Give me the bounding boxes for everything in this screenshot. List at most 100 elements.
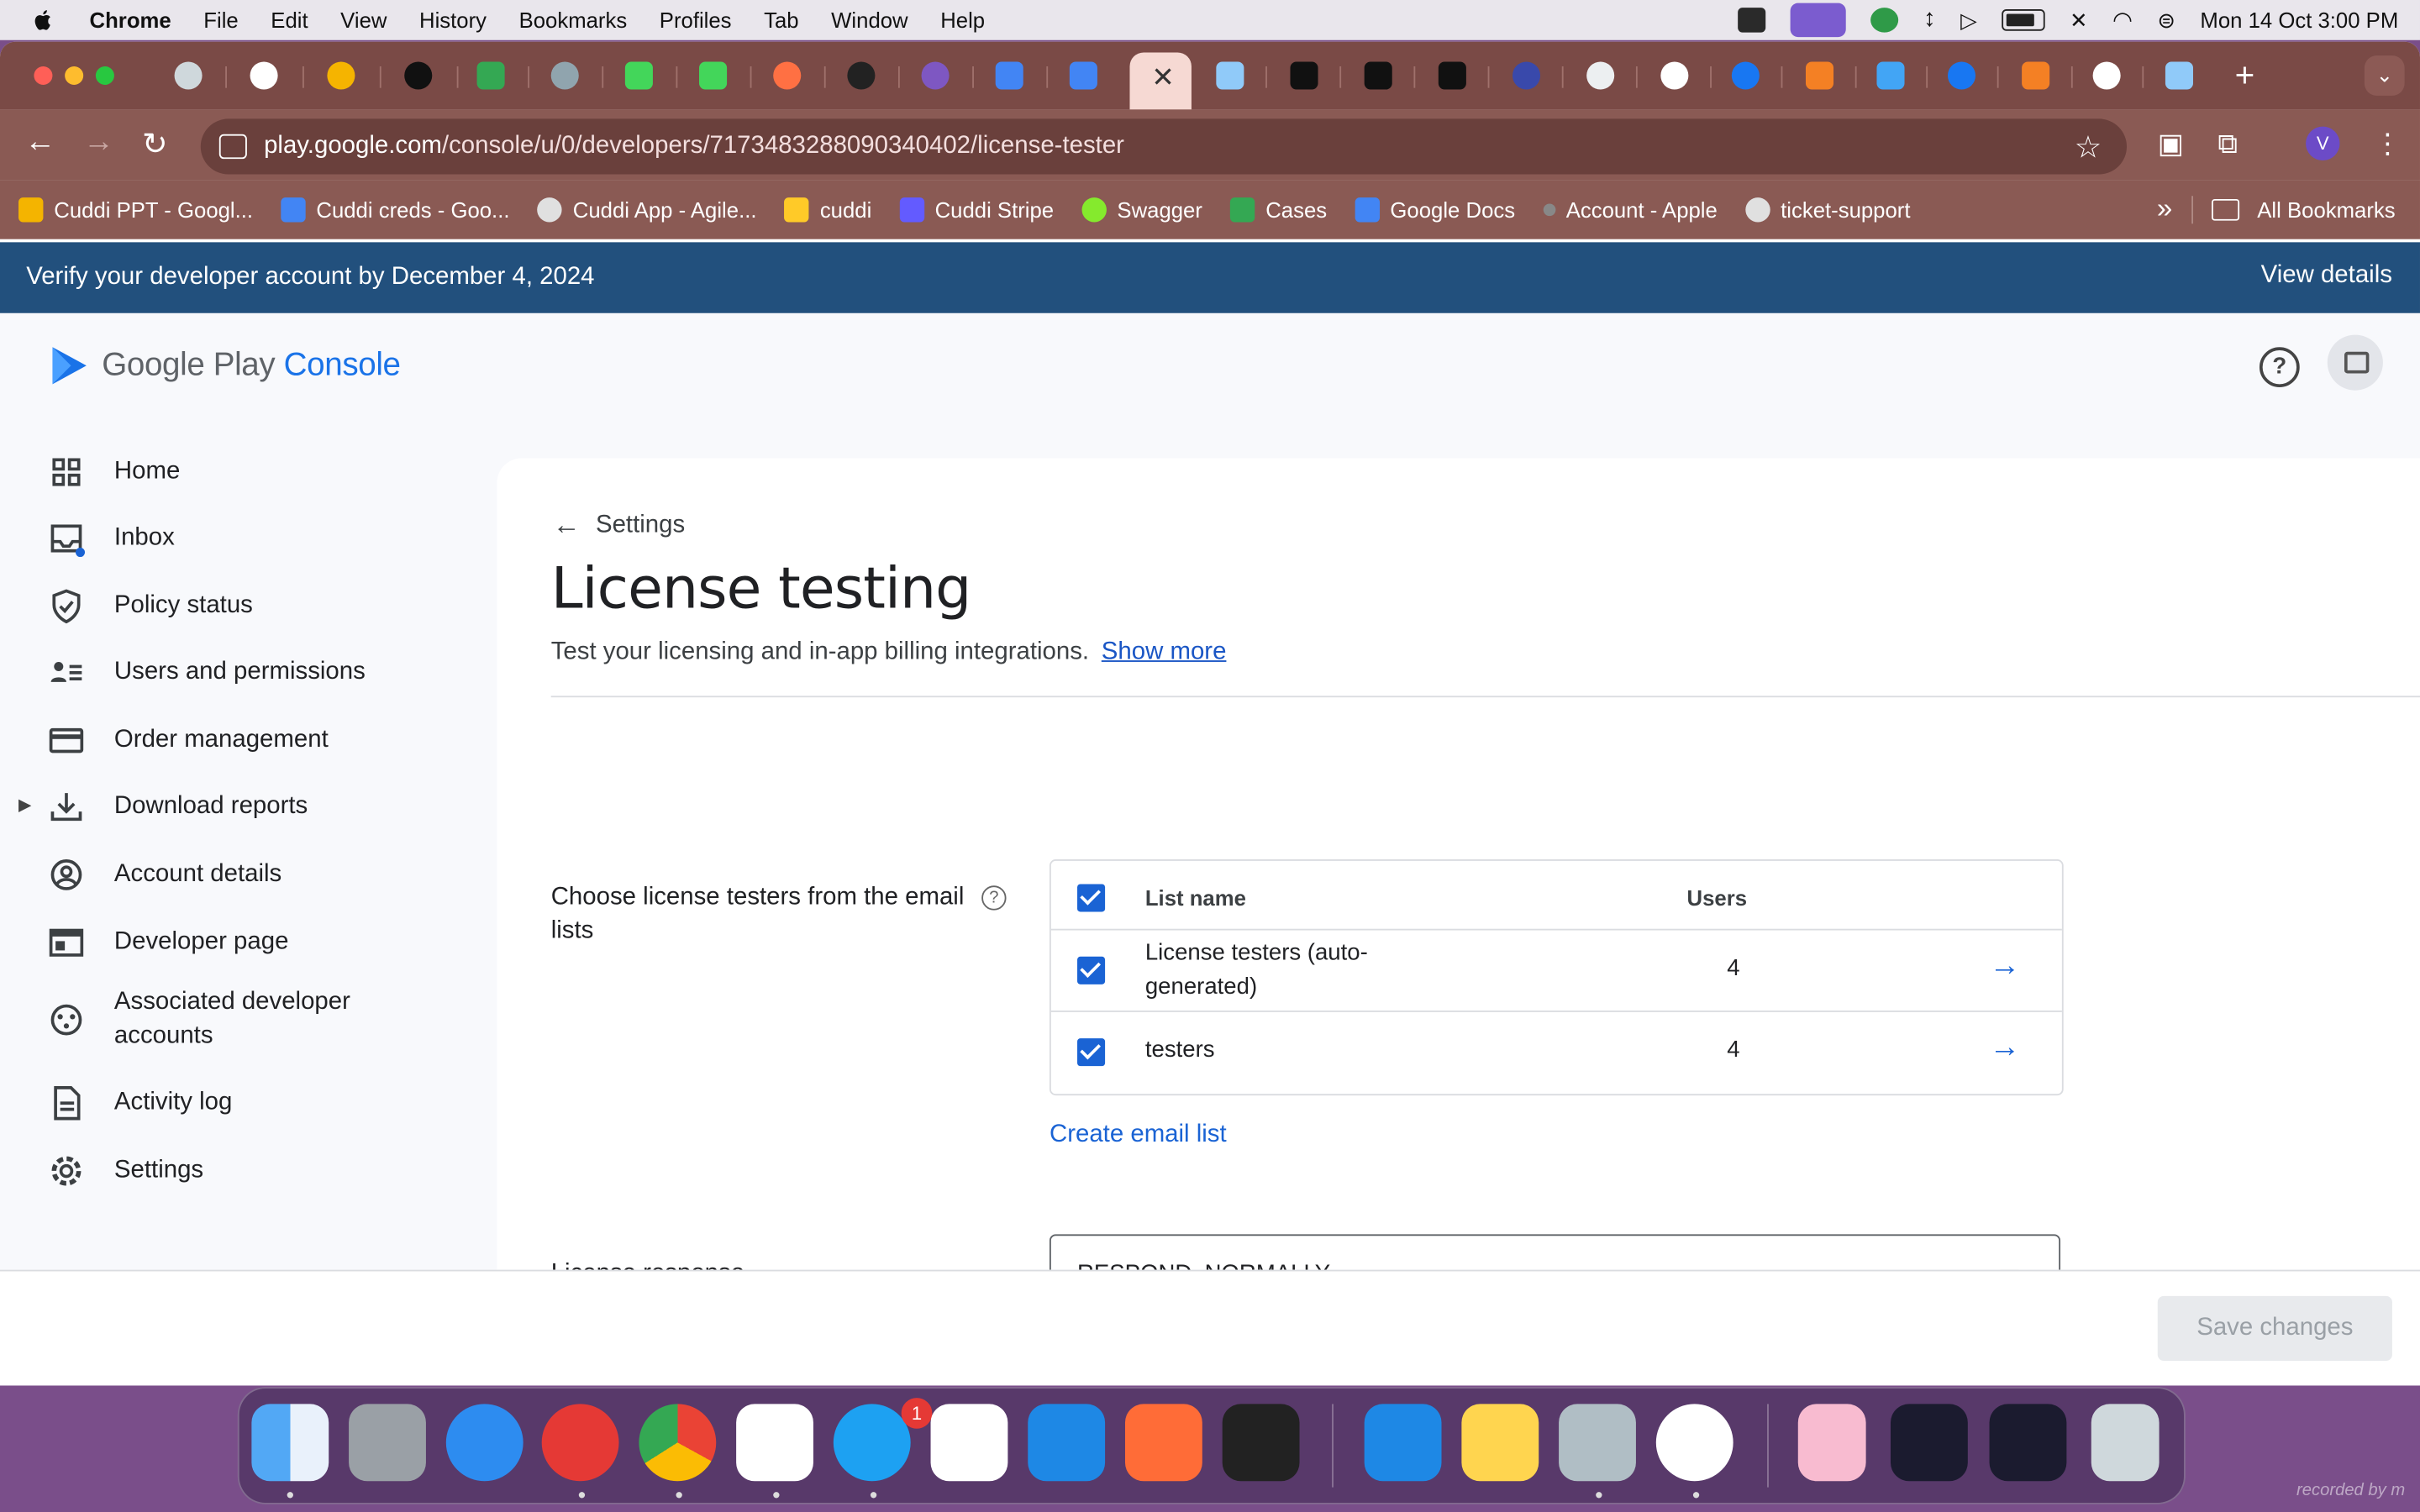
- android-studio-icon[interactable]: [930, 1404, 1008, 1482]
- minimize-window-button[interactable]: [65, 66, 84, 86]
- finder-icon[interactable]: [251, 1404, 329, 1482]
- tab-favicon[interactable]: [327, 61, 355, 90]
- wifi-icon[interactable]: ◠: [2112, 6, 2133, 34]
- help-question-icon[interactable]: ?: [981, 885, 1007, 911]
- skype-icon[interactable]: [833, 1404, 911, 1482]
- safari-icon[interactable]: [445, 1404, 523, 1482]
- new-tab-button[interactable]: +: [2235, 55, 2255, 96]
- minimized-window-icon[interactable]: [1989, 1404, 2067, 1482]
- tab-favicon[interactable]: [2022, 61, 2050, 90]
- sidebar-item-account-details[interactable]: Account details: [46, 855, 281, 895]
- bookmark-item[interactable]: Cases: [1229, 197, 1327, 223]
- tab-favicon[interactable]: [1805, 61, 1834, 90]
- arrows-icon[interactable]: ↕: [1923, 6, 1936, 34]
- view-details-link[interactable]: View details: [2261, 262, 2392, 290]
- play-console-logo[interactable]: Google Play Console: [50, 344, 401, 387]
- sidebar-item-home[interactable]: Home: [46, 452, 180, 492]
- launchpad-icon[interactable]: [349, 1404, 426, 1482]
- tab-favicon[interactable]: [773, 61, 802, 90]
- menu-clock[interactable]: Mon 14 Oct 3:00 PM: [2200, 8, 2398, 32]
- vpn-icon[interactable]: [1870, 8, 1899, 33]
- menu-tab[interactable]: Tab: [764, 8, 798, 32]
- sidebar-item-developer-page[interactable]: Developer page: [46, 922, 288, 963]
- tab-favicon[interactable]: [1947, 61, 1976, 90]
- xcode-icon[interactable]: [1028, 1404, 1106, 1482]
- chrome-icon[interactable]: [639, 1404, 717, 1482]
- tab-favicon[interactable]: [1731, 61, 1760, 90]
- bookmark-item[interactable]: Cuddi creds - Goo...: [281, 197, 509, 223]
- all-bookmarks-button[interactable]: All Bookmarks: [2257, 197, 2395, 221]
- tab-favicon[interactable]: [174, 61, 203, 90]
- play-icon[interactable]: ▷: [1960, 7, 1977, 33]
- row-checkbox[interactable]: [1077, 1038, 1106, 1067]
- close-tab-icon[interactable]: ✕: [1151, 61, 1175, 94]
- sidebar-item-users[interactable]: Users and permissions: [46, 653, 366, 693]
- tab-favicon[interactable]: [624, 61, 653, 90]
- tab-favicon[interactable]: [2165, 61, 2193, 90]
- select-all-checkbox[interactable]: [1077, 884, 1106, 912]
- create-email-list-link[interactable]: Create email list: [1050, 1121, 1227, 1149]
- control-center-icon[interactable]: ⊜: [2157, 7, 2175, 33]
- site-settings-icon[interactable]: [218, 134, 247, 160]
- tab-search-chevron-icon[interactable]: ⌄: [2364, 55, 2405, 96]
- simulator-icon[interactable]: [1655, 1404, 1733, 1482]
- menu-bookmarks[interactable]: Bookmarks: [519, 8, 628, 32]
- bookmark-item[interactable]: Cuddi App - Agile...: [537, 197, 757, 223]
- sidebar-item-order-management[interactable]: Order management: [46, 721, 329, 761]
- bookmark-item[interactable]: Google Docs: [1355, 197, 1515, 223]
- back-to-settings-link[interactable]: ← Settings: [553, 509, 686, 542]
- bookmark-star-icon[interactable]: ☆: [2075, 128, 2102, 166]
- tab-favicon[interactable]: [250, 61, 278, 90]
- sidebar-item-associated-accounts[interactable]: Associated developer accounts: [46, 986, 392, 1054]
- vscode-icon[interactable]: [736, 1404, 813, 1482]
- bookmark-item[interactable]: cuddi: [784, 197, 871, 223]
- postman-icon[interactable]: [1124, 1404, 1202, 1482]
- menu-history[interactable]: History: [419, 8, 487, 32]
- tab-favicon[interactable]: [550, 61, 579, 90]
- bookmark-item[interactable]: ticket-support: [1744, 197, 1910, 223]
- sidebar-item-download-reports[interactable]: Download reports: [46, 787, 308, 827]
- task-app-icon[interactable]: [541, 1404, 619, 1482]
- bluetooth-icon[interactable]: ✕: [2070, 7, 2088, 33]
- tab-favicon[interactable]: [847, 61, 876, 90]
- notes-icon[interactable]: [1461, 1404, 1539, 1482]
- menu-profiles[interactable]: Profiles: [660, 8, 732, 32]
- tab-favicon[interactable]: [1660, 61, 1689, 90]
- tab-favicon[interactable]: [2092, 61, 2121, 90]
- tab-favicon[interactable]: [1876, 61, 1905, 90]
- table-row[interactable]: License testers (auto-generated) 4 →: [1050, 929, 2062, 1012]
- screen-share-icon[interactable]: [1791, 3, 1847, 38]
- preview-icon[interactable]: [1559, 1404, 1636, 1482]
- table-row[interactable]: testers 4 →: [1051, 1012, 2062, 1094]
- arrow-forward-icon[interactable]: →: [1990, 1031, 2021, 1066]
- trash-icon[interactable]: [2091, 1404, 2160, 1482]
- tab-favicon[interactable]: [1364, 61, 1392, 90]
- apple-icon[interactable]: [31, 8, 55, 32]
- developer-account-icon[interactable]: [2327, 334, 2383, 391]
- chrome-menu-icon[interactable]: ⋮: [2374, 128, 2402, 160]
- tab-favicon[interactable]: [1216, 61, 1244, 90]
- minimized-window-icon[interactable]: [1890, 1404, 1968, 1482]
- menu-edit[interactable]: Edit: [271, 8, 308, 32]
- tab-favicon[interactable]: [404, 61, 433, 90]
- menu-app-name[interactable]: Chrome: [90, 8, 171, 32]
- menu-file[interactable]: File: [203, 8, 238, 32]
- battery-icon[interactable]: [2002, 9, 2045, 31]
- row-checkbox[interactable]: [1077, 956, 1106, 984]
- tab-favicon[interactable]: [1586, 61, 1615, 90]
- menu-help[interactable]: Help: [940, 8, 985, 32]
- profile-avatar[interactable]: V: [2306, 126, 2340, 161]
- tab-favicon[interactable]: [1512, 61, 1541, 90]
- tab-favicon[interactable]: [921, 61, 950, 90]
- help-icon[interactable]: ?: [2259, 347, 2300, 388]
- terminal-app-icon[interactable]: [1222, 1404, 1300, 1482]
- tab-favicon[interactable]: [995, 61, 1023, 90]
- back-button[interactable]: ←: [24, 125, 55, 160]
- url-text[interactable]: play.google.com/console/u/0/developers/7…: [264, 133, 1124, 160]
- sidebar-item-inbox[interactable]: Inbox: [46, 518, 175, 559]
- tab-favicon[interactable]: [1290, 61, 1318, 90]
- extensions-puzzle-icon[interactable]: ⧉: [2217, 128, 2238, 160]
- forward-button[interactable]: →: [83, 125, 114, 160]
- active-tab[interactable]: ✕: [1129, 52, 1192, 110]
- sidebar-item-activity-log[interactable]: Activity log: [46, 1083, 232, 1123]
